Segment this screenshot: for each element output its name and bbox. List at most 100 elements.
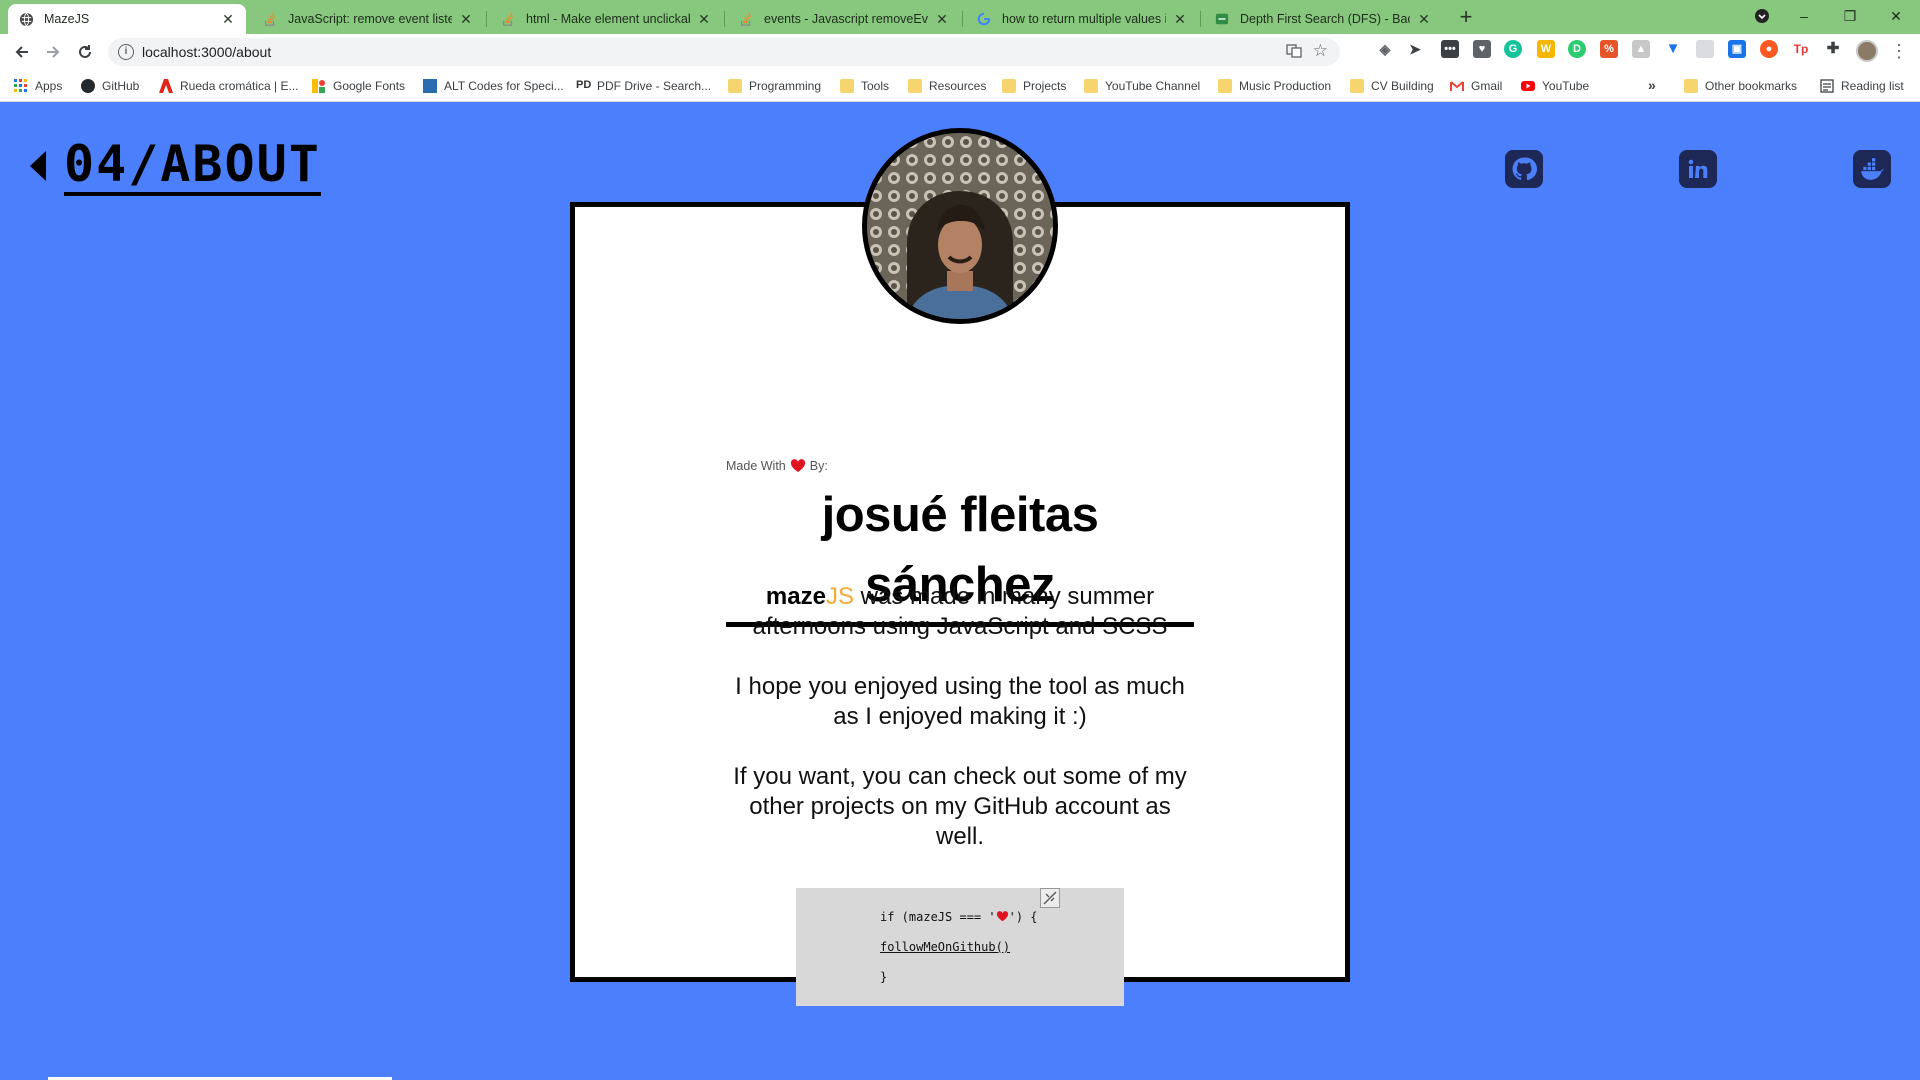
- browser-toolbar: i localhost:3000/about ☆ ◈ ➤ ••• ♥ G W D…: [0, 34, 1920, 70]
- bookmark-folder-projects[interactable]: Projects: [1002, 77, 1066, 95]
- bookmark-pdfdrive[interactable]: PD PDF Drive - Search...: [576, 77, 711, 95]
- browser-tab[interactable]: Depth First Search (DFS) - Backtr ✕: [1204, 4, 1442, 34]
- bio-paragraph-1: mazeJS was made in many summer afternoon…: [726, 582, 1194, 642]
- bookmarks-overflow-chevron-icon[interactable]: »: [1648, 77, 1656, 93]
- author-avatar: [862, 128, 1058, 324]
- tab-close-icon[interactable]: ✕: [1172, 11, 1188, 28]
- gray-extension-icon[interactable]: ▲: [1632, 40, 1650, 58]
- browser-tab[interactable]: how to return multiple values in ✕: [966, 4, 1198, 34]
- browser-menu-icon[interactable]: ⋮: [1890, 40, 1908, 62]
- bookmark-folder-music-production[interactable]: Music Production: [1218, 77, 1331, 95]
- orange-extension-icon[interactable]: %: [1600, 40, 1618, 58]
- adobe-icon: [159, 79, 173, 93]
- page-title[interactable]: 04/ABOUT: [64, 138, 321, 196]
- bookmark-youtube[interactable]: YouTube: [1521, 77, 1589, 95]
- docker-link[interactable]: [1853, 150, 1891, 188]
- altcodes-icon: [423, 79, 437, 93]
- tab-title: Depth First Search (DFS) - Backtr: [1240, 12, 1410, 26]
- back-arrow-icon[interactable]: [10, 40, 34, 64]
- tp-extension-icon[interactable]: Tp: [1792, 40, 1810, 58]
- linkedin-link[interactable]: [1679, 150, 1717, 188]
- reading-list-button[interactable]: Reading list: [1820, 77, 1904, 95]
- code-snippet: if (mazeJS === ' ') { followMeOnGithub() …: [796, 888, 1124, 1006]
- follow-github-link[interactable]: followMeOnGithub(): [880, 940, 1010, 954]
- maximize-button[interactable]: ❐: [1828, 2, 1872, 30]
- bookmark-google-fonts[interactable]: Google Fonts: [312, 77, 405, 95]
- site-info-icon[interactable]: i: [118, 44, 134, 60]
- tab-close-icon[interactable]: ✕: [1416, 11, 1432, 28]
- apps-grid-icon: [14, 79, 28, 93]
- bookmark-label: CV Building: [1371, 79, 1434, 93]
- pocket-extension-icon[interactable]: ♥: [1473, 40, 1491, 58]
- close-window-button[interactable]: ✕: [1874, 2, 1918, 30]
- code-condition-close: ') {: [1008, 910, 1038, 924]
- puzzle-extensions-icon[interactable]: ✚: [1824, 40, 1842, 58]
- tab-separator: [486, 11, 487, 27]
- tab-separator: [962, 11, 963, 27]
- linkedin-icon: [1688, 159, 1708, 178]
- browser-tab[interactable]: events - Javascript removeEventL ✕: [728, 4, 960, 34]
- translate-icon[interactable]: [1286, 43, 1302, 62]
- tab-separator: [1200, 11, 1201, 27]
- heart-icon: [996, 911, 1008, 922]
- bookmark-adobe[interactable]: Rueda cromática | E...: [159, 77, 299, 95]
- profile-avatar-icon[interactable]: [1856, 40, 1878, 62]
- made-with-label: Made With By:: [726, 459, 828, 473]
- bookmark-altcodes[interactable]: ALT Codes for Speci...: [423, 77, 564, 95]
- bookmark-folder-youtube-channel[interactable]: YouTube Channel: [1084, 77, 1200, 95]
- bookmark-folder-resources[interactable]: Resources: [908, 77, 986, 95]
- tab-close-icon[interactable]: ✕: [696, 11, 712, 28]
- bookmark-label: Google Fonts: [333, 79, 406, 93]
- browser-tab[interactable]: MazeJS ✕: [8, 4, 246, 34]
- tab-title: MazeJS: [44, 12, 90, 26]
- grammarly-extension-icon[interactable]: G: [1504, 40, 1522, 58]
- gmail-icon: [1450, 79, 1464, 93]
- tab-title: JavaScript: remove event listener: [288, 12, 452, 26]
- bookmark-apps[interactable]: Apps: [14, 77, 62, 95]
- dots-extension-icon[interactable]: •••: [1441, 40, 1459, 58]
- forward-arrow-icon[interactable]: [41, 40, 65, 64]
- github-link[interactable]: [1505, 150, 1543, 188]
- bookmark-label: GitHub: [102, 79, 140, 93]
- reload-icon[interactable]: [73, 40, 97, 64]
- page-extension-icon[interactable]: [1696, 40, 1714, 58]
- bookmark-star-icon[interactable]: ☆: [1313, 41, 1328, 61]
- bookmarks-bar: Apps GitHub Rueda cromática | E... Googl…: [0, 70, 1920, 102]
- bookmark-label: Programming: [749, 79, 822, 93]
- color-extension-icon[interactable]: W: [1537, 40, 1555, 58]
- tab-separator: [724, 11, 725, 27]
- broken-image-icon: [1040, 888, 1060, 908]
- bookmark-folder-programming[interactable]: Programming: [728, 77, 821, 95]
- tab-search-icon[interactable]: [1740, 2, 1784, 30]
- privacy-shield-extension-icon[interactable]: ◈: [1376, 40, 1394, 58]
- bookmark-gmail[interactable]: Gmail: [1450, 77, 1502, 95]
- tab-close-icon[interactable]: ✕: [458, 11, 474, 28]
- cursor-extension-icon[interactable]: ➤: [1406, 40, 1424, 58]
- minimize-button[interactable]: –: [1782, 2, 1826, 30]
- bookmark-label: ALT Codes for Speci...: [444, 79, 564, 93]
- browser-tab[interactable]: html - Make element unclickable ✕: [490, 4, 722, 34]
- colorpick-extension-icon[interactable]: ●: [1760, 40, 1778, 58]
- back-triangle-icon[interactable]: [30, 151, 46, 181]
- bookmark-label: Other bookmarks: [1705, 79, 1798, 93]
- bookmark-other-bookmarks[interactable]: Other bookmarks: [1684, 77, 1797, 95]
- reading-list-icon: [1820, 79, 1834, 93]
- gfg-icon: [1214, 11, 1230, 27]
- about-description: mazeJS was made in many summer afternoon…: [726, 582, 1194, 882]
- bookmark-github[interactable]: GitHub: [81, 77, 139, 95]
- reading-list-label: Reading list: [1841, 79, 1904, 93]
- url-text[interactable]: localhost:3000/about: [142, 44, 271, 60]
- heart-icon: [790, 459, 806, 473]
- tab-title: events - Javascript removeEventL: [764, 12, 928, 26]
- new-tab-button[interactable]: +: [1454, 6, 1478, 30]
- vue-extension-icon[interactable]: ▼: [1664, 40, 1682, 58]
- tab-close-icon[interactable]: ✕: [934, 11, 950, 28]
- bookmark-folder-cv-building[interactable]: CV Building: [1350, 77, 1434, 95]
- qr-extension-icon[interactable]: ▣: [1728, 40, 1746, 58]
- github-icon: [81, 79, 95, 93]
- bookmark-folder-tools[interactable]: Tools: [840, 77, 889, 95]
- address-bar[interactable]: i localhost:3000/about ☆: [108, 38, 1340, 66]
- tab-close-icon[interactable]: ✕: [220, 11, 236, 28]
- browser-tab[interactable]: JavaScript: remove event listener ✕: [252, 4, 484, 34]
- green-extension-icon[interactable]: D: [1568, 40, 1586, 58]
